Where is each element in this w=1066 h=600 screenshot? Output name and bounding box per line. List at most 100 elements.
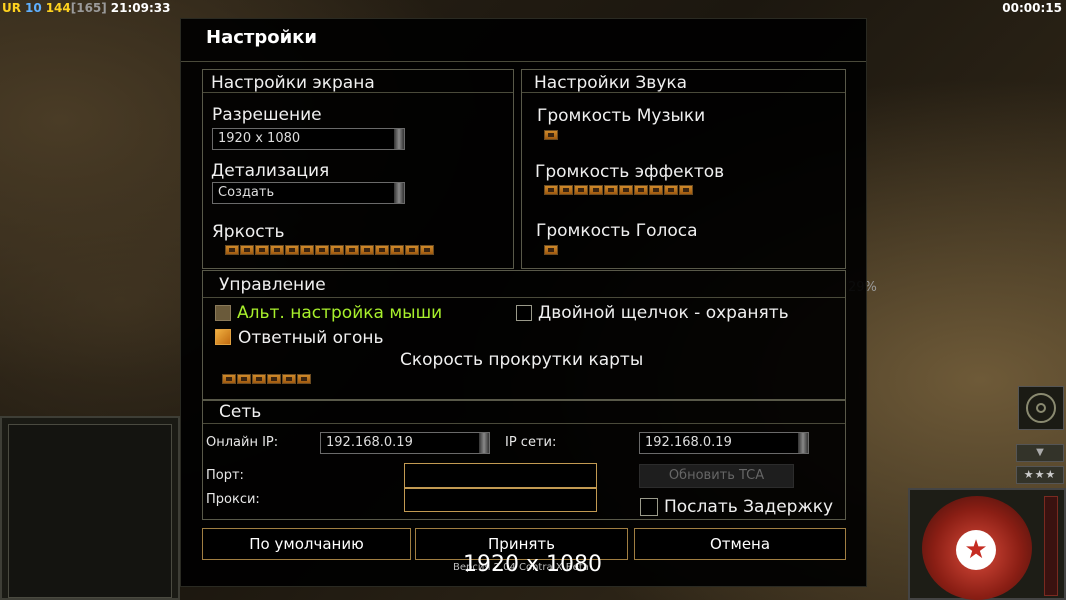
- control-title-divider: [203, 297, 845, 298]
- slider-segment: [300, 245, 314, 255]
- brightness-slider[interactable]: [225, 245, 434, 255]
- scroll-speed-slider[interactable]: [222, 374, 311, 384]
- game-screen: { "hud": { "faction": "UR", "level": "10…: [0, 0, 1066, 600]
- slider-segment: [360, 245, 374, 255]
- slider-segment: [405, 245, 419, 255]
- slider-segment: [267, 374, 281, 384]
- rank-stars: ★★★: [1016, 466, 1064, 484]
- slider-segment: [255, 245, 269, 255]
- network-title-divider: [203, 423, 845, 424]
- double-click-label[interactable]: Двойной щелчок - охранять: [538, 303, 789, 323]
- dropdown-handle-icon: [798, 433, 808, 453]
- slider-segment: [574, 185, 588, 195]
- hud-status-bar: UR 10 144[165] 21:09:33: [2, 1, 174, 15]
- star-icon: ★: [956, 530, 996, 570]
- default-button[interactable]: По умолчанию: [202, 528, 411, 560]
- detail-label: Детализация: [211, 161, 330, 181]
- voice-volume-label: Громкость Голоса: [536, 221, 698, 241]
- slider-segment: [375, 245, 389, 255]
- game-timer: 00:00:15: [1002, 1, 1062, 15]
- lan-ip-label: IP сети:: [505, 435, 557, 450]
- collapse-button[interactable]: ▼: [1016, 444, 1064, 462]
- online-ip-value: 192.168.0.19: [326, 435, 413, 450]
- return-fire-checkbox[interactable]: [215, 329, 231, 345]
- slider-segment: [679, 185, 693, 195]
- voice-volume-slider[interactable]: [544, 245, 558, 255]
- port-input[interactable]: [404, 463, 597, 488]
- slider-segment: [390, 245, 404, 255]
- alt-mouse-checkbox[interactable]: [215, 305, 231, 321]
- slider-segment: [297, 374, 311, 384]
- return-fire-label[interactable]: Ответный огонь: [238, 328, 384, 348]
- minimap-view: [8, 424, 172, 598]
- game-clock: 21:09:33: [110, 1, 171, 15]
- radar-icon: [1026, 393, 1056, 423]
- detail-value: Создать: [218, 185, 275, 200]
- money-cap: [165]: [70, 1, 107, 15]
- money-counter: 144: [45, 1, 71, 15]
- slider-segment: [544, 245, 558, 255]
- dropdown-handle-icon: [394, 129, 404, 149]
- screen-settings-title: Настройки экрана: [211, 73, 375, 93]
- slider-segment: [589, 185, 603, 195]
- port-label: Порт:: [206, 468, 244, 483]
- update-tca-button[interactable]: Обновить TCA: [639, 464, 794, 488]
- star-icon: ★★★: [1023, 468, 1057, 481]
- lan-ip-select[interactable]: 192.168.0.19: [639, 432, 809, 454]
- faction-emblem-icon: ★: [922, 496, 1032, 600]
- minimap-panel[interactable]: [0, 416, 180, 600]
- music-volume-label: Громкость Музыки: [537, 106, 706, 126]
- slider-segment: [315, 245, 329, 255]
- slider-segment: [345, 245, 359, 255]
- slider-segment: [664, 185, 678, 195]
- effects-volume-slider[interactable]: [544, 185, 693, 195]
- sound-settings-title: Настройки Звука: [534, 73, 688, 93]
- slider-segment: [330, 245, 344, 255]
- radar-button[interactable]: [1018, 386, 1064, 430]
- detail-select[interactable]: Создать: [212, 182, 405, 204]
- double-click-checkbox[interactable]: [516, 305, 532, 321]
- proxy-label: Прокси:: [206, 492, 260, 507]
- slider-segment: [270, 245, 284, 255]
- resolution-select[interactable]: 1920 x 1080: [212, 128, 405, 150]
- alt-mouse-label[interactable]: Альт. настройка мыши: [237, 303, 442, 323]
- control-settings-title: Управление: [219, 275, 326, 295]
- slider-segment: [604, 185, 618, 195]
- resolution-value: 1920 x 1080: [218, 131, 301, 146]
- slider-segment: [649, 185, 663, 195]
- slider-segment: [237, 374, 251, 384]
- slider-segment: [634, 185, 648, 195]
- brightness-label: Яркость: [212, 222, 285, 242]
- dropdown-handle-icon: [479, 433, 489, 453]
- faction-tag: UR: [2, 1, 21, 15]
- slider-segment: [559, 185, 573, 195]
- cancel-button[interactable]: Отмена: [634, 528, 846, 560]
- chevron-down-icon: ▼: [1036, 447, 1044, 458]
- network-settings-title: Сеть: [219, 402, 262, 422]
- slider-segment: [222, 374, 236, 384]
- send-delay-label[interactable]: Послать Задержку: [664, 497, 833, 517]
- level-counter: 10: [24, 1, 42, 15]
- slider-segment: [282, 374, 296, 384]
- slider-segment: [252, 374, 266, 384]
- dropdown-handle-icon: [394, 183, 404, 203]
- slider-segment: [619, 185, 633, 195]
- online-ip-label: Онлайн IP:: [206, 435, 279, 450]
- slider-segment: [240, 245, 254, 255]
- slider-segment: [544, 185, 558, 195]
- proxy-input[interactable]: [404, 488, 597, 512]
- dialog-title: Настройки: [206, 27, 318, 48]
- resolution-label: Разрешение: [212, 105, 322, 125]
- music-volume-slider[interactable]: [544, 130, 558, 140]
- lan-ip-value: 192.168.0.19: [645, 435, 732, 450]
- power-strip: [1044, 496, 1058, 596]
- slider-segment: [285, 245, 299, 255]
- scroll-speed-label: Скорость прокрутки карты: [400, 350, 644, 370]
- slider-segment: [225, 245, 239, 255]
- title-divider: [181, 61, 866, 62]
- slider-segment: [544, 130, 558, 140]
- send-delay-checkbox[interactable]: [640, 498, 658, 516]
- online-ip-select[interactable]: 192.168.0.19: [320, 432, 490, 454]
- effects-volume-label: Громкость эффектов: [535, 162, 725, 182]
- resolution-overlay: 1920 x 1080: [463, 552, 602, 577]
